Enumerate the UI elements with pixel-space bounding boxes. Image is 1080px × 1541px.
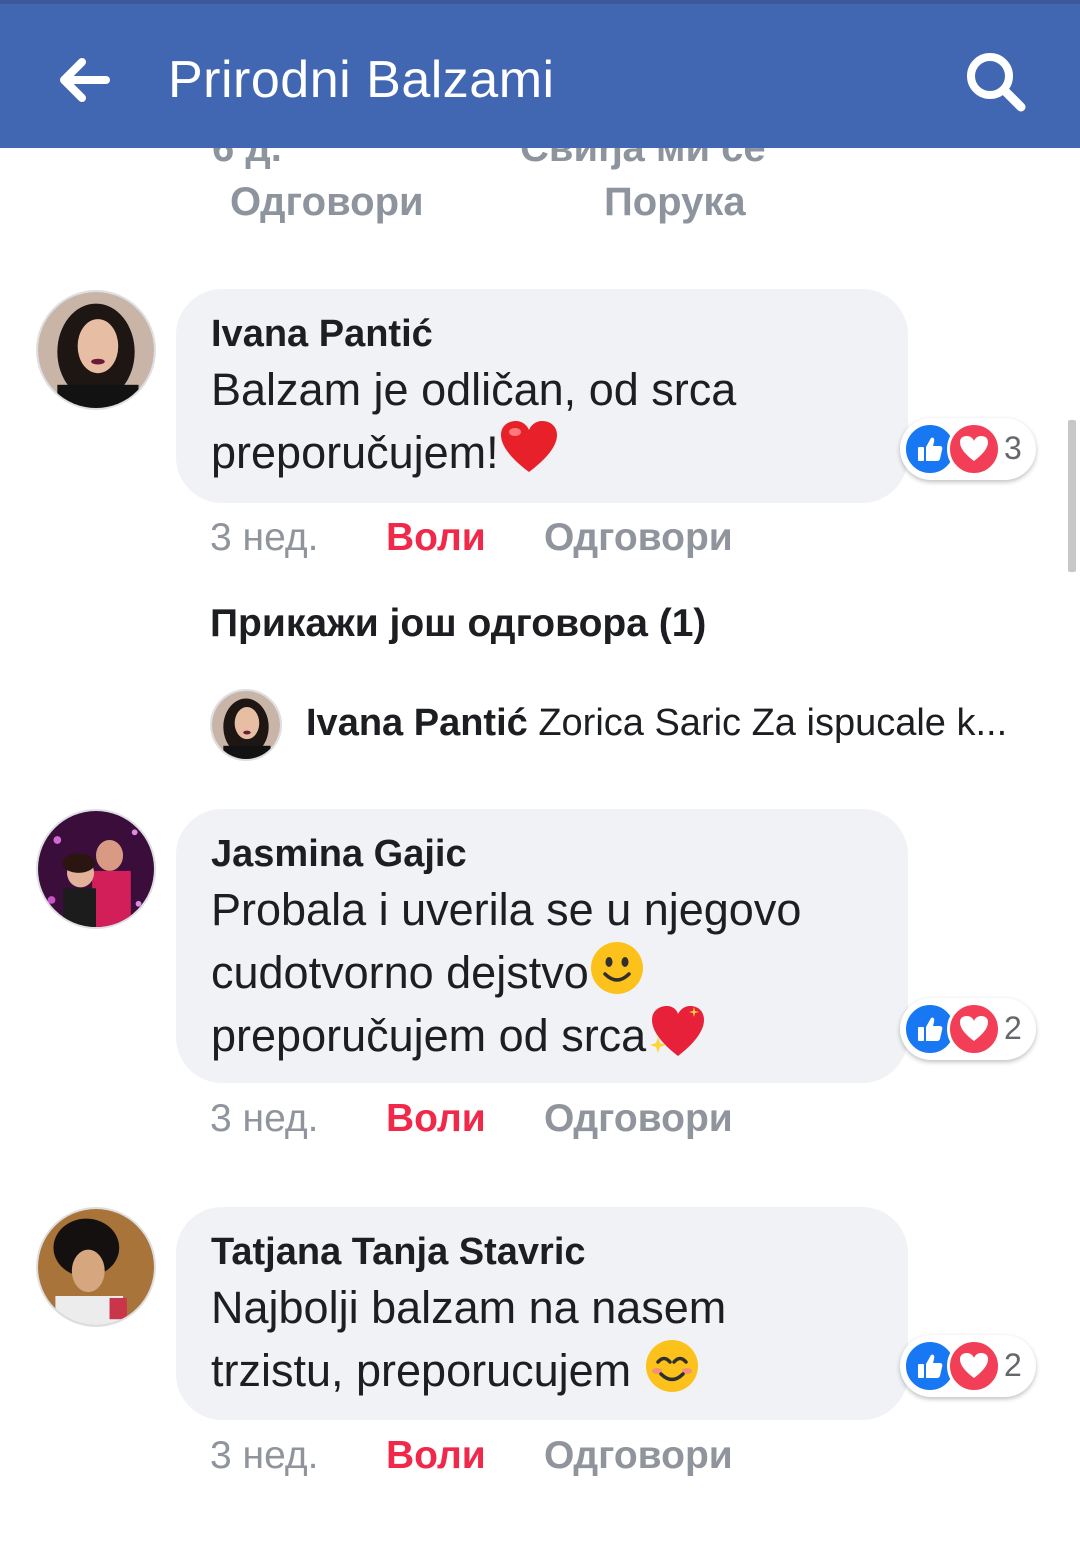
scrollbar[interactable] bbox=[1068, 420, 1076, 572]
reply-text: Zorica Saric Za ispucale k... bbox=[538, 702, 1008, 744]
reply-button[interactable]: Одговори bbox=[544, 1097, 733, 1141]
comment-text: preporučujem! bbox=[211, 427, 499, 478]
avatar-photo bbox=[38, 292, 154, 408]
comment-text: cudotvorno dejstvo bbox=[211, 947, 589, 998]
reply-button[interactable]: Одговори bbox=[544, 1434, 733, 1478]
avatar[interactable] bbox=[36, 1207, 156, 1327]
like-button[interactable]: Воли bbox=[386, 1097, 486, 1141]
love-reaction-icon bbox=[947, 422, 1001, 476]
like-button[interactable]: Воли bbox=[386, 1434, 486, 1478]
comment-text-line: cudotvorno dejstvo bbox=[211, 940, 872, 1003]
comment-timestamp[interactable]: 3 нед. bbox=[210, 1434, 319, 1478]
comment-author[interactable]: Ivana Pantić bbox=[211, 309, 872, 359]
love-reaction-icon bbox=[947, 1002, 1001, 1056]
previous-comment-like[interactable]: Свиђа ми се bbox=[520, 148, 766, 171]
comment-bubble: Tatjana Tanja Stavric Najbolji balzam na… bbox=[176, 1207, 908, 1420]
reaction-count: 3 bbox=[1004, 430, 1022, 466]
previous-comment-reply-button[interactable]: Одговори bbox=[230, 180, 424, 225]
comment-text-line: preporučujem! bbox=[211, 420, 872, 483]
comment-bubble: Jasmina Gajic Probala i uverila se u nje… bbox=[176, 809, 908, 1083]
comment-text-line: preporučujem od srca bbox=[211, 1003, 872, 1066]
reply-preview[interactable]: Ivana Pantić Zorica Saric Za ispucale k.… bbox=[306, 702, 1026, 745]
avatar[interactable] bbox=[36, 290, 156, 410]
reaction-summary[interactable]: 2 bbox=[900, 998, 1036, 1060]
comment-timestamp[interactable]: 3 нед. bbox=[210, 1097, 319, 1141]
sparkling-heart-icon bbox=[650, 1006, 705, 1056]
comment-text: preporučujem od srca bbox=[211, 1010, 647, 1061]
smiling-eyes-icon bbox=[645, 1340, 698, 1392]
app-header: Prirodni Balzami bbox=[0, 0, 1080, 148]
arrow-left-icon bbox=[60, 58, 110, 102]
view-more-replies-link[interactable]: Прикажи још одговора (1) bbox=[210, 602, 706, 646]
reaction-summary[interactable]: 2 bbox=[900, 1335, 1036, 1397]
reply-author: Ivana Pantić bbox=[306, 702, 528, 744]
like-button[interactable]: Воли bbox=[386, 516, 486, 560]
comment-timestamp[interactable]: 3 нед. bbox=[210, 516, 319, 560]
comment-bubble: Ivana Pantić Balzam je odličan, od srca … bbox=[176, 289, 908, 503]
reply-button[interactable]: Одговори bbox=[544, 516, 733, 560]
reply-avatar[interactable] bbox=[210, 689, 282, 761]
reply-avatar-photo bbox=[212, 691, 280, 759]
previous-comment-actions: 6 д. Свиђа ми се Одговори Порука bbox=[0, 148, 1080, 258]
comment-text: trzistu, preporucujem bbox=[211, 1345, 632, 1396]
previous-comment-message-button[interactable]: Порука bbox=[604, 180, 746, 225]
comment-text-line: trzistu, preporucujem bbox=[211, 1338, 872, 1401]
reaction-count: 2 bbox=[1004, 1010, 1022, 1046]
search-button[interactable] bbox=[956, 42, 1036, 122]
search-icon bbox=[967, 53, 1026, 112]
love-reaction-icon bbox=[947, 1339, 1001, 1393]
red-heart-icon bbox=[500, 421, 557, 472]
reaction-count: 2 bbox=[1004, 1347, 1022, 1383]
page-title: Prirodni Balzami bbox=[168, 51, 555, 109]
comment-text-line: Balzam je odličan, od srca bbox=[211, 364, 737, 415]
comment-text-line: Najbolji balzam na nasem bbox=[211, 1282, 727, 1333]
reaction-summary[interactable]: 3 bbox=[900, 418, 1036, 480]
avatar-photo bbox=[38, 811, 154, 927]
previous-comment-time: 6 д. bbox=[212, 148, 282, 170]
avatar[interactable] bbox=[36, 809, 156, 929]
back-button[interactable] bbox=[48, 44, 120, 116]
avatar-photo bbox=[38, 1209, 154, 1325]
comment-author[interactable]: Tatjana Tanja Stavric bbox=[211, 1227, 872, 1277]
comment-text-line: Probala i uverila se u njegovo bbox=[211, 884, 802, 935]
comment-author[interactable]: Jasmina Gajic bbox=[211, 829, 872, 879]
smiling-face-icon bbox=[590, 942, 643, 994]
